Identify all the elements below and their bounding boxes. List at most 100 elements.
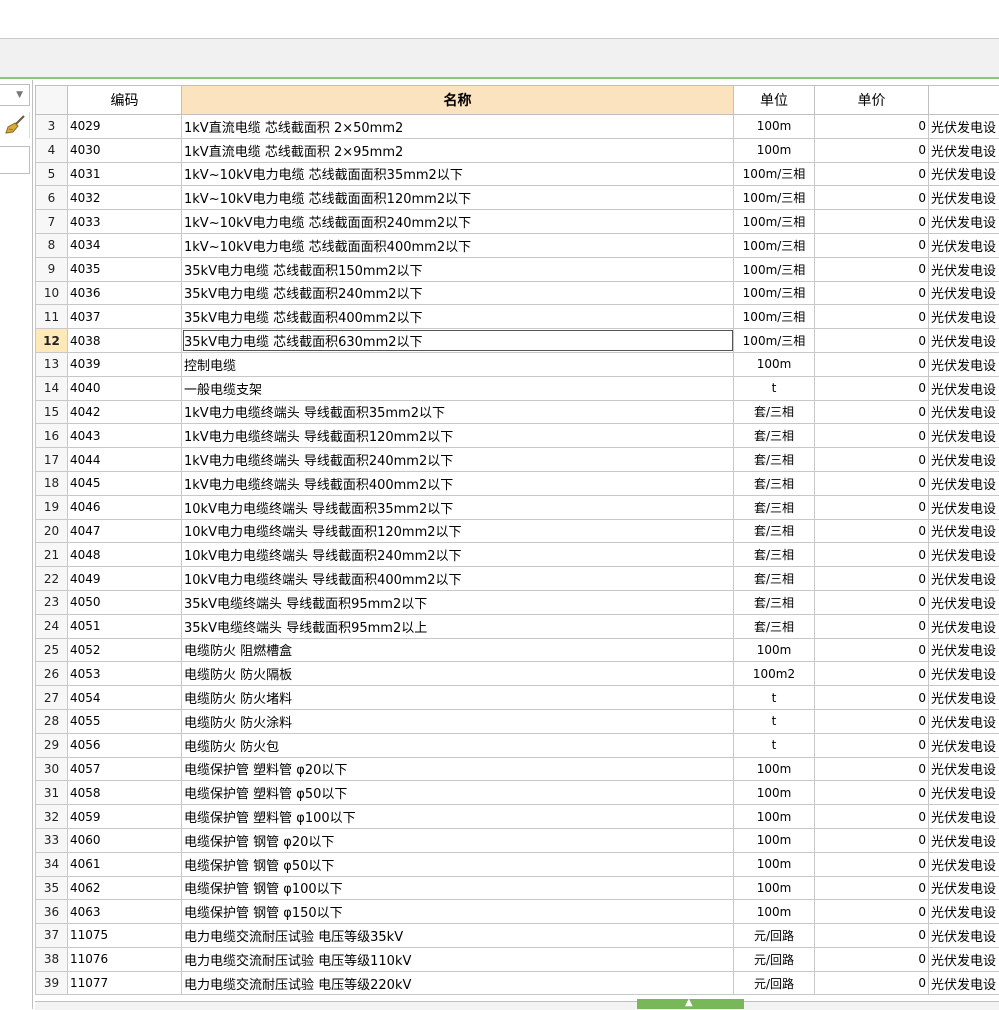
cell-price[interactable]: 0 bbox=[815, 709, 929, 733]
cell-price[interactable]: 0 bbox=[815, 614, 929, 638]
row-number[interactable]: 15 bbox=[36, 400, 68, 424]
cell-code[interactable]: 4035 bbox=[68, 257, 182, 281]
col-header-price[interactable]: 单价 bbox=[815, 86, 929, 115]
cell-unit[interactable]: 100m/三相 bbox=[734, 162, 815, 186]
cell-price[interactable]: 0 bbox=[815, 686, 929, 710]
cell-price[interactable]: 0 bbox=[815, 924, 929, 948]
cell-unit[interactable]: 100m2 bbox=[734, 662, 815, 686]
row-number[interactable]: 12 bbox=[36, 329, 68, 353]
row-number[interactable]: 14 bbox=[36, 376, 68, 400]
cell-unit[interactable]: 套/三相 bbox=[734, 590, 815, 614]
row-number[interactable]: 11 bbox=[36, 305, 68, 329]
cell-price[interactable]: 0 bbox=[815, 876, 929, 900]
cell-unit[interactable]: 套/三相 bbox=[734, 448, 815, 472]
cell-category[interactable]: 光伏发电设 bbox=[929, 233, 999, 257]
cell-price[interactable]: 0 bbox=[815, 281, 929, 305]
cell-category[interactable]: 光伏发电设 bbox=[929, 876, 999, 900]
cell-code[interactable]: 11076 bbox=[68, 947, 182, 971]
cell-price[interactable]: 0 bbox=[815, 400, 929, 424]
cell-code[interactable]: 4052 bbox=[68, 638, 182, 662]
table-row[interactable]: 284055电缆防火 防火涂料t0光伏发电设 bbox=[36, 709, 999, 733]
cell-unit[interactable]: 套/三相 bbox=[734, 495, 815, 519]
cell-name[interactable]: 电力电缆交流耐压试验 电压等级220kV bbox=[182, 971, 734, 995]
cell-name[interactable]: 10kV电力电缆终端头 导线截面积35mm2以下 bbox=[182, 495, 734, 519]
cell-unit[interactable]: 100m/三相 bbox=[734, 210, 815, 234]
cell-unit[interactable]: 100m bbox=[734, 781, 815, 805]
cell-code[interactable]: 4038 bbox=[68, 329, 182, 353]
cell-code[interactable]: 4042 bbox=[68, 400, 182, 424]
cell-unit[interactable]: 套/三相 bbox=[734, 519, 815, 543]
cell-price[interactable]: 0 bbox=[815, 852, 929, 876]
row-number[interactable]: 25 bbox=[36, 638, 68, 662]
cell-code[interactable]: 4029 bbox=[68, 115, 182, 139]
col-header-name[interactable]: 名称 bbox=[182, 86, 734, 115]
cell-code[interactable]: 11075 bbox=[68, 924, 182, 948]
cell-code[interactable]: 4045 bbox=[68, 471, 182, 495]
cell-price[interactable]: 0 bbox=[815, 638, 929, 662]
cell-name[interactable]: 1kV直流电缆 芯线截面积 2×95mm2 bbox=[182, 138, 734, 162]
cell-price[interactable]: 0 bbox=[815, 971, 929, 995]
cell-name[interactable]: 电缆防火 防火包 bbox=[182, 733, 734, 757]
cell-unit[interactable]: 元/回路 bbox=[734, 924, 815, 948]
cell-unit[interactable]: 100m bbox=[734, 638, 815, 662]
table-row[interactable]: 22404910kV电力电缆终端头 导线截面积400mm2以下套/三相0光伏发电… bbox=[36, 567, 999, 591]
cell-price[interactable]: 0 bbox=[815, 424, 929, 448]
row-number[interactable]: 18 bbox=[36, 471, 68, 495]
cell-unit[interactable]: 100m/三相 bbox=[734, 233, 815, 257]
cell-unit[interactable]: 套/三相 bbox=[734, 424, 815, 448]
cell-category[interactable]: 光伏发电设 bbox=[929, 852, 999, 876]
cell-code[interactable]: 4048 bbox=[68, 543, 182, 567]
cell-name[interactable]: 电缆保护管 钢管 φ50以下 bbox=[182, 852, 734, 876]
table-row[interactable]: 10403635kV电力电缆 芯线截面积240mm2以下100m/三相0光伏发电… bbox=[36, 281, 999, 305]
table-row[interactable]: 3911077电力电缆交流耐压试验 电压等级220kV元/回路0光伏发电设 bbox=[36, 971, 999, 995]
row-number[interactable]: 35 bbox=[36, 876, 68, 900]
cell-price[interactable]: 0 bbox=[815, 471, 929, 495]
cell-code[interactable]: 4050 bbox=[68, 590, 182, 614]
cell-unit[interactable]: 100m bbox=[734, 115, 815, 139]
cell-name[interactable]: 1kV电力电缆终端头 导线截面积120mm2以下 bbox=[182, 424, 734, 448]
cell-price[interactable]: 0 bbox=[815, 757, 929, 781]
cell-name[interactable]: 35kV电力电缆 芯线截面积150mm2以下 bbox=[182, 257, 734, 281]
cell-price[interactable]: 0 bbox=[815, 828, 929, 852]
cell-name[interactable]: 电缆保护管 钢管 φ150以下 bbox=[182, 900, 734, 924]
cell-price[interactable]: 0 bbox=[815, 590, 929, 614]
row-number[interactable]: 28 bbox=[36, 709, 68, 733]
cell-name[interactable]: 35kV电力电缆 芯线截面积240mm2以下 bbox=[182, 281, 734, 305]
cell-price[interactable]: 0 bbox=[815, 733, 929, 757]
cell-price[interactable]: 0 bbox=[815, 162, 929, 186]
cell-price[interactable]: 0 bbox=[815, 329, 929, 353]
cell-name[interactable]: 电缆保护管 塑料管 φ100以下 bbox=[182, 805, 734, 829]
cell-name[interactable]: 控制电缆 bbox=[182, 352, 734, 376]
row-number[interactable]: 24 bbox=[36, 614, 68, 638]
cell-category[interactable]: 光伏发电设 bbox=[929, 590, 999, 614]
row-number[interactable]: 38 bbox=[36, 947, 68, 971]
cell-unit[interactable]: t bbox=[734, 376, 815, 400]
row-number[interactable]: 37 bbox=[36, 924, 68, 948]
table-row[interactable]: 340291kV直流电缆 芯线截面积 2×50mm2100m0光伏发电设 bbox=[36, 115, 999, 139]
row-number[interactable]: 27 bbox=[36, 686, 68, 710]
grid-corner[interactable] bbox=[36, 86, 68, 115]
cell-unit[interactable]: 100m bbox=[734, 876, 815, 900]
cell-price[interactable]: 0 bbox=[815, 352, 929, 376]
cell-name[interactable]: 电力电缆交流耐压试验 电压等级35kV bbox=[182, 924, 734, 948]
cell-price[interactable]: 0 bbox=[815, 900, 929, 924]
row-number[interactable]: 13 bbox=[36, 352, 68, 376]
cell-category[interactable]: 光伏发电设 bbox=[929, 115, 999, 139]
cell-name[interactable]: 1kV直流电缆 芯线截面积 2×50mm2 bbox=[182, 115, 734, 139]
table-row[interactable]: 274054电缆防火 防火堵料t0光伏发电设 bbox=[36, 686, 999, 710]
row-number[interactable]: 16 bbox=[36, 424, 68, 448]
cell-code[interactable]: 4049 bbox=[68, 567, 182, 591]
collapse-button[interactable]: ▲ bbox=[637, 999, 744, 1009]
cell-price[interactable]: 0 bbox=[815, 567, 929, 591]
cell-price[interactable]: 0 bbox=[815, 947, 929, 971]
row-number[interactable]: 10 bbox=[36, 281, 68, 305]
cell-price[interactable]: 0 bbox=[815, 805, 929, 829]
table-row[interactable]: 254052电缆防火 阻燃槽盒100m0光伏发电设 bbox=[36, 638, 999, 662]
cell-category[interactable]: 光伏发电设 bbox=[929, 352, 999, 376]
cell-code[interactable]: 4031 bbox=[68, 162, 182, 186]
cell-unit[interactable]: 100m/三相 bbox=[734, 257, 815, 281]
table-row[interactable]: 840341kV~10kV电力电缆 芯线截面面积400mm2以下100m/三相0… bbox=[36, 233, 999, 257]
row-number[interactable]: 4 bbox=[36, 138, 68, 162]
cell-category[interactable]: 光伏发电设 bbox=[929, 614, 999, 638]
table-row[interactable]: 20404710kV电力电缆终端头 导线截面积120mm2以下套/三相0光伏发电… bbox=[36, 519, 999, 543]
